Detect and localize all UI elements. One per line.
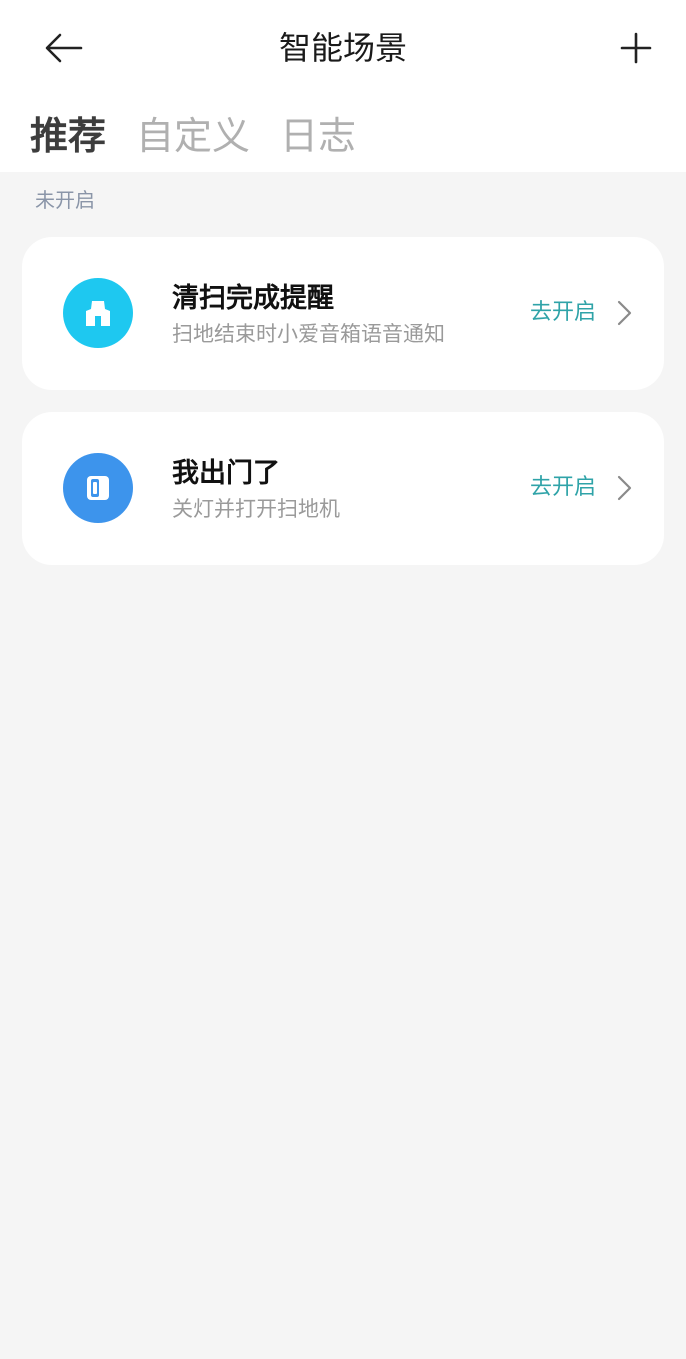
scene-title: 清扫完成提醒 (172, 283, 334, 314)
section-label: 未开启 (35, 188, 95, 212)
plus-icon (620, 32, 652, 64)
scene-icon-badge (63, 453, 133, 523)
chevron-right-icon (617, 475, 632, 501)
enable-button[interactable]: 去开启 (530, 472, 596, 504)
scene-subtitle: 扫地结束时小爱音箱语音通知 (172, 322, 445, 346)
enable-button[interactable]: 去开启 (530, 297, 596, 329)
page-title: 智能场景 (278, 29, 407, 67)
door-icon (87, 476, 109, 500)
scene-card-cleaning-reminder[interactable]: 清扫完成提醒 扫地结束时小爱音箱语音通知 去开启 (22, 237, 664, 390)
scene-subtitle: 关灯并打开扫地机 (172, 497, 340, 521)
tab-recommended[interactable]: 推荐 (30, 110, 106, 162)
tab-bar: 推荐 自定义 日志 (30, 110, 386, 162)
scene-title: 我出门了 (172, 458, 280, 489)
scene-card-leaving-home[interactable]: 我出门了 关灯并打开扫地机 去开启 (22, 412, 664, 565)
tab-log[interactable]: 日志 (280, 110, 356, 162)
chevron-right-icon (617, 300, 632, 326)
add-scene-button[interactable] (612, 24, 660, 72)
scene-icon-badge (63, 278, 133, 348)
top-bar: 智能场景 推荐 自定义 日志 (0, 0, 686, 172)
tab-custom[interactable]: 自定义 (136, 110, 250, 162)
speaker-icon (86, 301, 110, 326)
